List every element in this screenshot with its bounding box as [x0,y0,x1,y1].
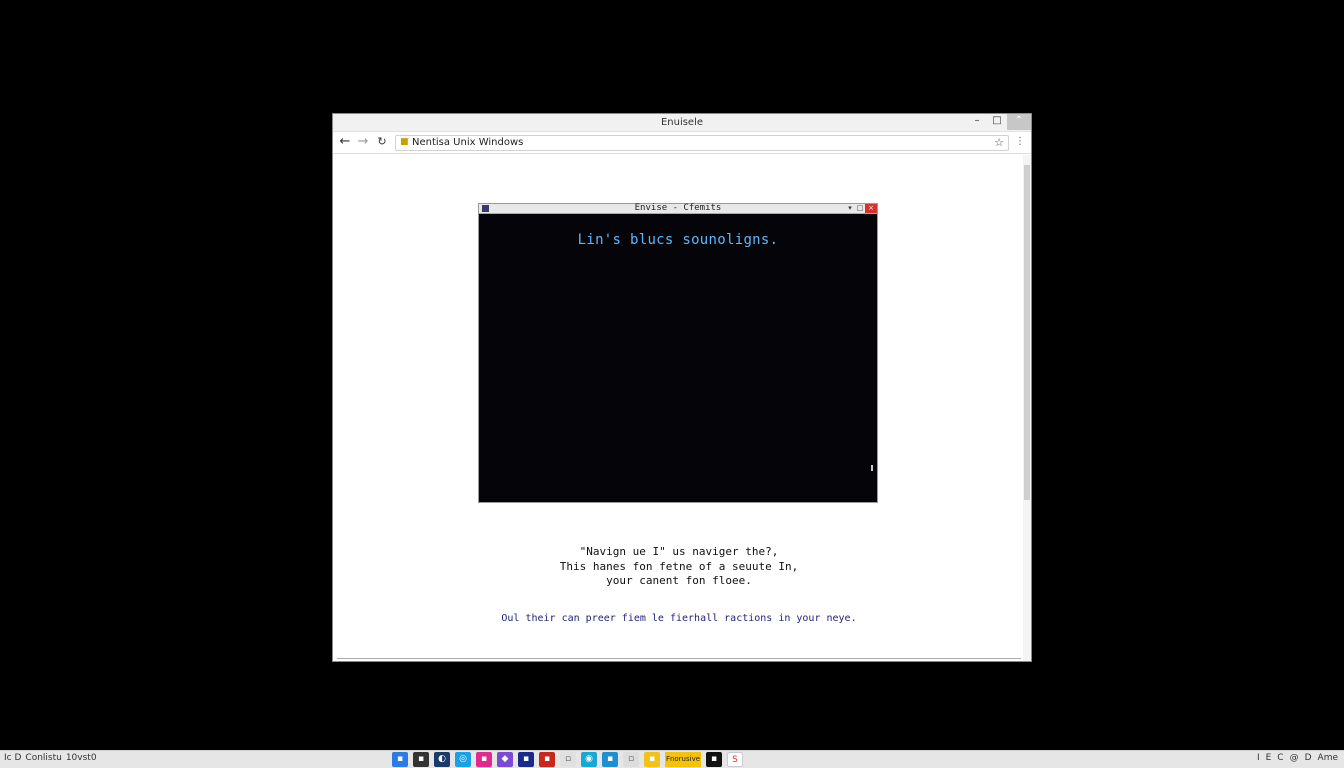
taskbar-left-item[interactable]: Conlistu [25,753,61,763]
browser-title: Enuisele [660,117,704,128]
app-icon-media[interactable]: ▪ [476,752,492,767]
terminal-controls: ▾ □ × [845,204,877,213]
app-icon-explorer[interactable]: ▪ [644,752,660,767]
window-controls: – □ ⌃ [967,114,1031,132]
app-icon-settings[interactable]: ▪ [602,752,618,767]
address-text: Nentisa Unix Windows [412,137,524,148]
terminal-titlebar: Envise - Cfemits ▾ □ × [479,203,877,214]
minimize-button[interactable]: – [967,114,987,130]
app-icon-browser[interactable]: ◎ [455,752,471,767]
caption-line-1: "Navign ue I" us naviger the?, [579,545,779,558]
tray-item[interactable]: I [1257,753,1260,763]
app-icon-terminal[interactable]: ▪ [413,752,429,767]
tray-item[interactable]: E [1266,753,1272,763]
app-icon-s[interactable]: S [727,752,743,767]
terminal-window: Envise - Cfemits ▾ □ × Lin's blucs souno… [478,203,878,503]
vertical-scrollbar[interactable] [1023,155,1031,661]
browser-titlebar: Enuisele – □ ⌃ [333,114,1031,132]
app-icon-notes[interactable]: ▫ [623,752,639,767]
terminal-minimize-button[interactable]: ▾ [845,204,855,213]
browser-window: Enuisele – □ ⌃ ← → ↻ ■ Nentisa Unix Wind… [332,113,1032,662]
app-icon-folder[interactable]: ▪ [392,752,408,767]
app-icon-photos[interactable]: ◉ [581,752,597,767]
terminal-close-button[interactable]: × [865,204,877,213]
terminal-output-line: Lin's blucs sounoligns. [577,232,779,248]
maximize-button[interactable]: □ [987,114,1007,130]
scrollbar-thumb[interactable] [1024,165,1030,500]
caption-line-3: your canent fon floee. [606,574,752,587]
tray-item[interactable]: @ [1290,753,1299,763]
page-content: Envise - Cfemits ▾ □ × Lin's blucs souno… [333,155,1025,661]
content-divider [337,658,1021,659]
terminal-maximize-button[interactable]: □ [855,204,865,213]
app-icon-files[interactable]: ▫ [560,752,576,767]
app-icon-mail[interactable]: ▪ [539,752,555,767]
close-button[interactable]: ⌃ [1007,114,1031,130]
back-arrow-icon[interactable]: ← [338,135,352,149]
app-icon-store[interactable]: ▪ [518,752,534,767]
taskbar-active-app[interactable]: Fnorusive [665,752,701,767]
caption-line-2: This hanes fon fetne of a seuute In, [559,559,799,573]
app-icon-chat[interactable]: ◆ [497,752,513,767]
app-icon-console[interactable]: ▪ [706,752,722,767]
browser-toolbar: ← → ↻ ■ Nentisa Unix Windows ☆ ⋮ [333,132,1031,154]
taskbar: Ic D Conlistu 10vst0 ▪ ▪ ◐ ◎ ▪ ◆ ▪ ▪ ▫ ◉… [0,750,1344,768]
taskbar-left-item[interactable]: Ic D [4,753,21,763]
terminal-cursor [871,465,873,471]
app-icon-edge[interactable]: ◐ [434,752,450,767]
menu-icon[interactable]: ⋮ [1015,136,1025,147]
caption-text: "Navign ue I" us naviger the?, This hane… [333,545,1025,589]
bookmark-star-icon[interactable]: ☆ [994,136,1004,149]
taskbar-pinned-apps: ▪ ▪ ◐ ◎ ▪ ◆ ▪ ▪ ▫ ◉ ▪ ▫ ▪ Fnorusive ▪ S [392,752,743,767]
tray-item[interactable]: D [1305,753,1312,763]
system-tray: I E C @ D Ame [1257,753,1338,763]
footer-text: Oul their can preer fiem le fierhall rac… [501,613,857,624]
terminal-title: Envise - Cfemits [634,203,722,213]
site-info-icon[interactable]: ■ [400,137,409,147]
taskbar-left: Ic D Conlistu 10vst0 [4,753,97,763]
tray-item[interactable]: C [1277,753,1283,763]
taskbar-left-item[interactable]: 10vst0 [66,753,97,763]
tray-clock[interactable]: Ame [1318,753,1338,763]
address-bar[interactable]: ■ Nentisa Unix Windows ☆ [395,135,1009,151]
forward-arrow-icon[interactable]: → [356,135,370,149]
terminal-body[interactable]: Lin's blucs sounoligns. [479,215,877,502]
reload-icon[interactable]: ↻ [375,135,389,149]
